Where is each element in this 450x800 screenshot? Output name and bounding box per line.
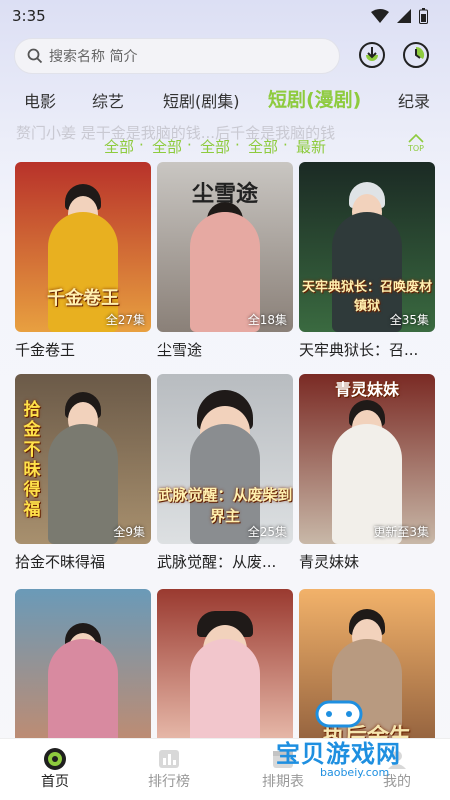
poster-image: 武脉觉醒：从废柴到界主 全25集 [157,374,293,544]
battery-icon [419,8,428,24]
poster-title-art: 尘雪途 [191,181,258,207]
download-icon [359,42,385,68]
download-button[interactable] [356,39,388,71]
poster-image: 拾金不昧得福 全9集 [15,374,151,544]
scroll-top-button[interactable]: TOP [402,132,430,160]
poster-figure [48,424,118,544]
card-item[interactable]: 武脉觉醒：从废柴到界主 全25集 武脉觉醒：从废... [157,374,293,572]
episode-badge: 全27集 [105,313,145,327]
tab-movie[interactable]: 电影 [24,88,56,112]
poster-image [157,589,293,738]
poster-title-art: 青灵妹妹 [334,380,399,399]
card-title: 天牢典狱长：召... [299,341,419,359]
wifi-icon [371,9,389,23]
card-title: 拾金不昧得福 [15,553,106,571]
nav-ranking-label: 排行榜 [148,774,190,790]
status-bar: 3:35 [0,0,450,32]
history-button[interactable] [400,39,432,71]
poster-title-art: 拾金不昧得福 [23,400,41,520]
tab-short-drama-series[interactable]: 短剧(剧集) [163,88,240,112]
history-icon [403,42,429,68]
card-title: 青灵妹妹 [299,553,360,571]
episode-badge: 更新至3集 [373,525,429,539]
watermark-text: 宝贝游戏网 [276,740,401,768]
search-placeholder: 搜索名称 简介 [49,49,138,65]
card-title: 武脉觉醒：从废... [157,553,277,571]
poster-title-art: 天牢典狱长：召唤废材镇狱 [301,280,432,314]
watermark-url: baobeiy.com [320,766,390,779]
search-row: 搜索名称 简介 [14,37,444,75]
home-icon [44,748,66,770]
chevron-up-icon [408,133,424,143]
tab-variety[interactable]: 综艺 [92,88,124,112]
gamepad-icon [315,700,363,728]
card-item[interactable]: 千金卷王 全27集 千金卷王 [15,162,151,360]
tab-documentary[interactable]: 纪录 [398,88,430,112]
status-icons [371,8,428,24]
card-title: 千金卷王 [15,341,76,359]
filter-all-3[interactable]: 全部 [200,136,230,157]
nav-ranking[interactable]: 排行榜 [134,747,204,791]
poster-image: 尘雪途 全18集 [157,162,293,332]
filter-latest[interactable]: 最新 [296,136,326,157]
search-input[interactable]: 搜索名称 简介 [14,38,340,74]
poster-image: 青灵妹妹 更新至3集 [299,374,435,544]
category-tabs: 电影 综艺 短剧(剧集) 短剧(漫剧) 纪录 [0,84,450,116]
filter-all-4[interactable]: 全部 [248,136,278,157]
card-item[interactable]: 尘雪途 全18集 尘雪途 [157,162,293,360]
episode-badge: 全18集 [247,313,287,327]
tab-short-drama-anime[interactable]: 短剧(漫剧) [268,85,361,112]
card-item[interactable]: 青灵妹妹 更新至3集 青灵妹妹 [299,374,435,572]
ranking-icon [159,750,179,768]
nav-home[interactable]: 首页 [20,747,90,791]
poster-image [15,589,151,738]
card-item[interactable] [157,589,293,738]
episode-badge: 全35集 [389,313,429,327]
filter-all-2[interactable]: 全部 [152,136,182,157]
episode-badge: 全25集 [247,525,287,539]
poster-figure [190,639,260,738]
status-time: 3:35 [12,7,46,25]
episode-badge: 全9集 [113,525,145,539]
filter-bar: 全部 · 全部 · 全部 · 全部 · 最新 [104,136,327,157]
filter-all-1[interactable]: 全部 [104,136,134,157]
poster-title-art: 武脉觉醒：从废柴到界主 [157,486,293,525]
card-title: 尘雪途 [157,341,203,359]
poster-figure [48,639,118,738]
nav-home-label: 首页 [41,774,69,790]
scroll-top-label: TOP [407,144,424,153]
search-icon [27,48,43,64]
poster-image: 千金卷王 全27集 [15,162,151,332]
watermark: 宝贝游戏网 baobeiy.com [266,700,450,788]
drama-grid: 千金卷王 全27集 千金卷王 尘雪途 全18集 尘雪途 天牢典狱长：召唤废材镇狱… [0,162,450,738]
card-item[interactable] [15,589,151,738]
card-item[interactable]: 天牢典狱长：召唤废材镇狱 全35集 天牢典狱长：召... [299,162,435,360]
poster-image: 天牢典狱长：召唤废材镇狱 全35集 [299,162,435,332]
signal-icon [397,9,411,23]
poster-title-art: 千金卷王 [47,288,119,309]
card-item[interactable]: 拾金不昧得福 全9集 拾金不昧得福 [15,374,151,572]
